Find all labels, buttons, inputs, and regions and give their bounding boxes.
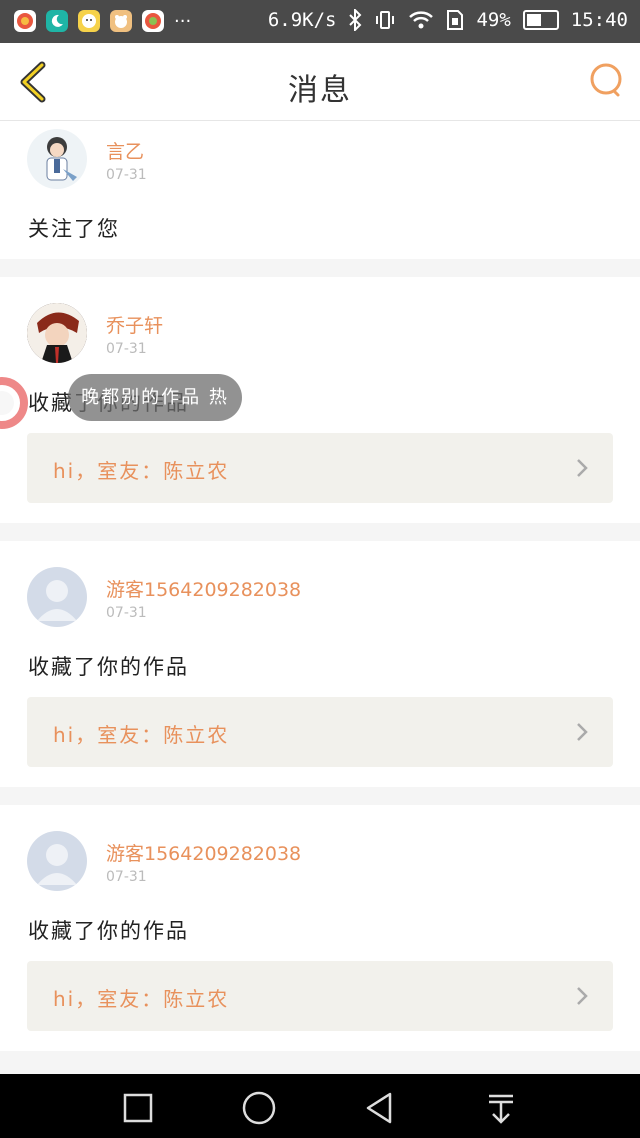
- bluetooth-icon: [349, 9, 362, 31]
- home-button[interactable]: [241, 1090, 277, 1126]
- work-link[interactable]: hi，室友：陈立农: [27, 433, 613, 503]
- divider: [0, 787, 640, 805]
- work-title: hi，室友：陈立农: [53, 723, 230, 747]
- chevron-right-icon: [577, 723, 588, 741]
- chevron-right-icon: [577, 987, 588, 1005]
- avatar[interactable]: [27, 129, 87, 189]
- vibrate-icon: [376, 11, 395, 29]
- timestamp: 07-31: [106, 869, 147, 885]
- sim-icon: [447, 10, 464, 30]
- more-notifications: ···: [174, 10, 192, 32]
- page-title: 消息: [288, 73, 352, 108]
- bear-app-icon: [110, 10, 132, 32]
- divider: [0, 259, 640, 277]
- browser-app-icon: [14, 10, 36, 32]
- default-avatar-icon[interactable]: [27, 831, 87, 891]
- wifi-icon: [409, 11, 434, 29]
- status-bar: ··· 6.9K/s 49% 15:40: [0, 0, 640, 43]
- clock: 15:40: [570, 9, 628, 31]
- notification-icons: ···: [14, 10, 191, 32]
- app-header: 消息: [0, 43, 640, 121]
- notification-text: 关注了您: [28, 217, 120, 241]
- search-button[interactable]: [588, 63, 624, 99]
- notification-text: 收藏了你的作品: [28, 919, 189, 943]
- notification-shade-button[interactable]: [483, 1090, 519, 1126]
- battery-percent: 49%: [476, 9, 511, 31]
- floating-ball-icon[interactable]: [0, 374, 32, 432]
- back-nav-button[interactable]: [362, 1090, 398, 1126]
- avatar[interactable]: [27, 303, 87, 363]
- work-link[interactable]: hi，室友：陈立农: [27, 961, 613, 1031]
- face-app-icon: [78, 10, 100, 32]
- timestamp: 07-31: [106, 341, 147, 357]
- timestamp: 07-31: [106, 605, 147, 621]
- work-title: hi，室友：陈立农: [53, 459, 230, 483]
- timestamp: 07-31: [106, 167, 147, 183]
- divider: [0, 523, 640, 541]
- toast-message: 晚都别的作品 热: [68, 374, 242, 421]
- system-indicators: 6.9K/s 49% 15:40: [268, 9, 628, 31]
- recent-apps-button[interactable]: [120, 1090, 156, 1126]
- default-avatar-icon[interactable]: [27, 567, 87, 627]
- moon-app-icon: [46, 10, 68, 32]
- notification-card[interactable]: 游客1564209282038 07-31 收藏了你的作品 hi，室友：陈立农: [0, 805, 640, 1051]
- chevron-right-icon: [577, 459, 588, 477]
- username[interactable]: 乔子轩: [106, 311, 163, 338]
- work-link[interactable]: hi，室友：陈立农: [27, 697, 613, 767]
- notification-card[interactable]: 游客1564209282038 07-31 收藏了你的作品 hi，室友：陈立农: [0, 541, 640, 787]
- system-nav-bar: [0, 1074, 640, 1138]
- browser-app-icon-2: [142, 10, 164, 32]
- notification-card[interactable]: 言乙 07-31 关注了您: [0, 121, 640, 259]
- notification-list[interactable]: 言乙 07-31 关注了您 乔子轩 07-31 收藏了你的作品 hi，室友：陈立…: [0, 121, 640, 1051]
- network-speed: 6.9K/s: [267, 9, 337, 31]
- work-title: hi，室友：陈立农: [53, 987, 230, 1011]
- battery-icon: [522, 10, 559, 30]
- notification-text: 收藏了你的作品: [28, 655, 189, 679]
- username[interactable]: 言乙: [106, 137, 144, 164]
- username[interactable]: 游客1564209282038: [106, 839, 301, 866]
- username[interactable]: 游客1564209282038: [106, 575, 301, 602]
